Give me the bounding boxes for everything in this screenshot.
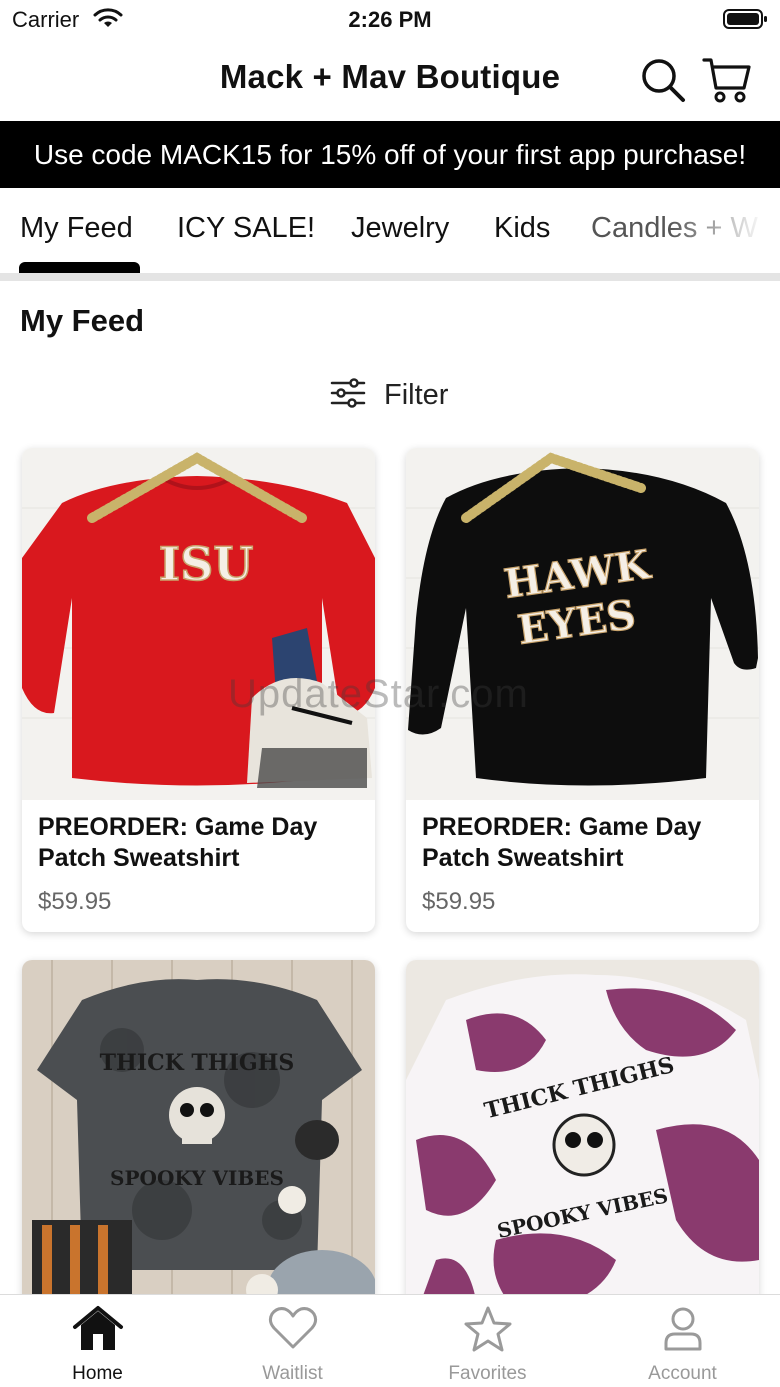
- product-image[interactable]: THICK THIGHS SPOOKY VIBES: [406, 960, 759, 1320]
- promo-banner[interactable]: Use code MACK15 for 15% off of your firs…: [0, 121, 780, 188]
- product-image[interactable]: THICK THIGHS SPOOKY VIBES: [22, 960, 375, 1320]
- home-icon: [72, 1305, 124, 1358]
- tabbar-label: Waitlist: [262, 1363, 323, 1384]
- product-price: $59.95: [38, 888, 112, 915]
- product-card[interactable]: THICK THIGHS SPOOKY VIBES: [406, 960, 759, 1320]
- clock: 2:26 PM: [348, 7, 432, 32]
- tabbar-home[interactable]: Home: [0, 1295, 195, 1387]
- product-image[interactable]: ISU: [22, 448, 375, 800]
- tshirt-print-line1: THICK THIGHS: [100, 1050, 295, 1076]
- product-name[interactable]: PREORDER: Game Day Patch Sweatshirt: [38, 812, 360, 874]
- tabbar-label: Account: [648, 1363, 717, 1384]
- battery-icon: [723, 8, 769, 35]
- product-price: $59.95: [422, 888, 496, 915]
- product-name[interactable]: PREORDER: Game Day Patch Sweatshirt: [422, 812, 744, 874]
- star-icon: [462, 1305, 514, 1358]
- tabbar-label: Favorites: [448, 1363, 527, 1384]
- filter-button[interactable]: Filter: [330, 375, 448, 415]
- sliders-icon: [330, 377, 366, 413]
- tshirt-print-line2: SPOOKY VIBES: [110, 1166, 284, 1190]
- heart-icon: [267, 1305, 319, 1358]
- tab-icy-sale[interactable]: ICY SALE!: [177, 212, 315, 245]
- tabbar-waitlist[interactable]: Waitlist: [195, 1295, 390, 1387]
- sweatshirt-print: ISU: [159, 537, 254, 591]
- product-card[interactable]: THICK THIGHS SPOOKY VIBES: [22, 960, 375, 1320]
- app-header: Mack + Mav Boutique: [0, 40, 780, 122]
- tab-divider: [0, 273, 780, 281]
- tabbar-favorites[interactable]: Favorites: [390, 1295, 585, 1387]
- product-image[interactable]: HAWK EYES: [406, 448, 759, 800]
- tabbar-label: Home: [72, 1363, 123, 1384]
- tab-my-feed[interactable]: My Feed: [20, 212, 133, 245]
- filter-label: Filter: [384, 378, 449, 411]
- tabbar-account[interactable]: Account: [585, 1295, 780, 1387]
- tab-jewelry[interactable]: Jewelry: [351, 212, 449, 245]
- page-title: My Feed: [20, 303, 145, 338]
- search-icon[interactable]: [640, 57, 686, 108]
- bottom-tab-bar: Home Waitlist Favorites Account: [0, 1294, 780, 1387]
- tab-fade-overlay: [670, 188, 780, 274]
- status-bar: Carrier 2:26 PM: [0, 0, 780, 40]
- tab-kids[interactable]: Kids: [494, 212, 550, 245]
- watermark: UpdateStar.com: [228, 672, 529, 716]
- person-icon: [657, 1305, 709, 1358]
- cart-icon[interactable]: [702, 54, 752, 109]
